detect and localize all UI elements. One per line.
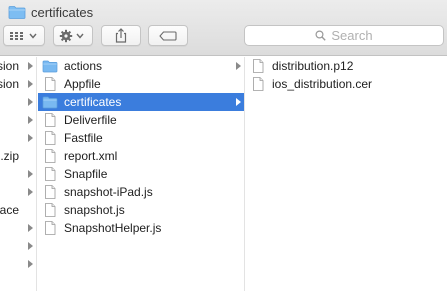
file-list-item[interactable]: actions xyxy=(38,57,244,75)
view-options-button[interactable] xyxy=(3,25,45,46)
file-icon xyxy=(253,77,264,91)
folder-icon xyxy=(8,6,26,19)
item-label: sion xyxy=(0,77,19,91)
parent-list-item[interactable] xyxy=(0,255,36,273)
file-icon xyxy=(45,113,56,127)
parent-list-item[interactable] xyxy=(0,183,36,201)
item-label: snapshot-iPad.js xyxy=(64,185,153,199)
parent-list-item[interactable]: sion xyxy=(0,75,36,93)
file-list-item[interactable]: report.xml xyxy=(38,147,244,165)
file-icon xyxy=(253,59,264,73)
item-label: report.xml xyxy=(64,149,118,163)
file-icon xyxy=(45,77,56,91)
grid-view-icon xyxy=(10,31,37,40)
parent-list-item[interactable] xyxy=(0,237,36,255)
file-list-item[interactable]: Deliverfile xyxy=(38,111,244,129)
column-fastlane[interactable]: actions Appfile certificates Deliverfile Fas… xyxy=(38,57,245,291)
disclosure-arrow-icon xyxy=(28,260,33,268)
file-icon xyxy=(45,131,56,145)
disclosure-arrow-icon xyxy=(236,98,241,106)
item-label: Appfile xyxy=(64,77,101,91)
item-label: snapshot.js xyxy=(64,203,125,217)
item-label: .zip xyxy=(0,149,19,163)
parent-list-item[interactable]: sion xyxy=(0,57,36,75)
file-icon xyxy=(45,203,56,217)
file-list-item[interactable]: certificates xyxy=(38,93,244,111)
disclosure-arrow-icon xyxy=(28,98,33,106)
item-label: Snapfile xyxy=(64,167,108,181)
file-list-item[interactable]: Fastfile xyxy=(38,129,244,147)
disclosure-arrow-icon xyxy=(28,188,33,196)
disclosure-arrow-icon xyxy=(28,170,33,178)
file-list-item[interactable]: ios_distribution.cer xyxy=(246,75,447,93)
window-title: certificates xyxy=(8,3,93,21)
item-label: Fastfile xyxy=(64,131,103,145)
file-list-item[interactable]: SnapshotHelper.js xyxy=(38,219,244,237)
tag-button[interactable] xyxy=(148,25,188,46)
action-menu-button[interactable] xyxy=(53,25,93,46)
item-label: sion xyxy=(0,59,19,73)
finder-toolbar: certificates Search xyxy=(0,0,447,56)
gear-icon xyxy=(59,29,84,42)
parent-list-item[interactable]: ace xyxy=(0,201,36,219)
file-icon xyxy=(45,167,56,181)
item-label: ace xyxy=(0,203,19,217)
column-certificates[interactable]: distribution.p12 ios_distribution.cer xyxy=(246,57,447,291)
disclosure-arrow-icon xyxy=(28,134,33,142)
share-button[interactable] xyxy=(101,25,141,46)
disclosure-arrow-icon xyxy=(28,242,33,250)
item-label: actions xyxy=(64,59,103,73)
folder-icon xyxy=(42,96,58,109)
item-label: certificates xyxy=(64,95,122,109)
window-title-text: certificates xyxy=(31,4,94,20)
search-placeholder: Search xyxy=(331,28,373,43)
parent-list-item[interactable]: .zip xyxy=(0,147,36,165)
file-icon xyxy=(45,149,56,163)
share-icon xyxy=(115,28,127,43)
parent-list-item[interactable] xyxy=(0,93,36,111)
item-label: distribution.p12 xyxy=(272,59,354,73)
parent-list-item[interactable] xyxy=(0,219,36,237)
folder-icon xyxy=(42,60,58,73)
parent-list-item[interactable] xyxy=(0,129,36,147)
item-label: Deliverfile xyxy=(64,113,117,127)
column-parent[interactable]: sion sion .zip ace xyxy=(0,57,37,291)
search-icon xyxy=(315,30,327,41)
disclosure-arrow-icon xyxy=(28,80,33,88)
file-list-item[interactable]: Appfile xyxy=(38,75,244,93)
parent-list-item[interactable] xyxy=(0,165,36,183)
file-icon xyxy=(45,221,56,235)
item-label: SnapshotHelper.js xyxy=(64,221,162,235)
item-label: ios_distribution.cer xyxy=(272,77,373,91)
file-list-item[interactable]: snapshot-iPad.js xyxy=(38,183,244,201)
search-field[interactable]: Search xyxy=(244,25,444,46)
disclosure-arrow-icon xyxy=(28,224,33,232)
disclosure-arrow-icon xyxy=(236,62,241,70)
parent-list-item[interactable] xyxy=(0,111,36,129)
disclosure-arrow-icon xyxy=(28,116,33,124)
file-list-item[interactable]: snapshot.js xyxy=(38,201,244,219)
disclosure-arrow-icon xyxy=(28,62,33,70)
file-list-item[interactable]: distribution.p12 xyxy=(246,57,447,75)
file-list-item[interactable]: Snapfile xyxy=(38,165,244,183)
file-icon xyxy=(45,185,56,199)
chevron-down-icon xyxy=(29,33,37,39)
tag-icon xyxy=(159,30,177,41)
